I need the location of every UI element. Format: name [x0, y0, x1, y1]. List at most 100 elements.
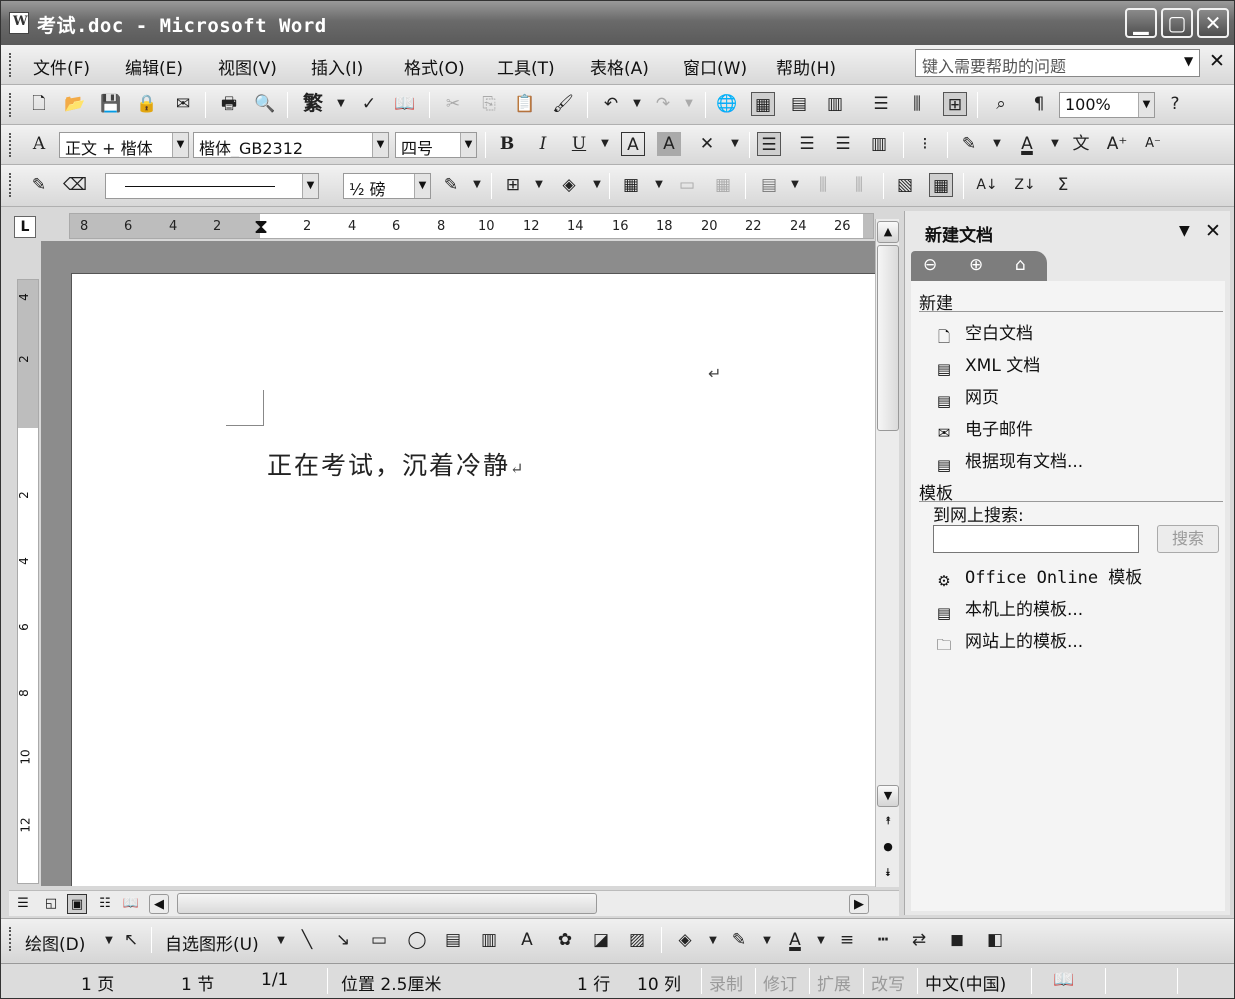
zoom-combo[interactable]: 100% ▼ — [1059, 92, 1155, 118]
autoshapes-dropdown-icon[interactable]: ▼ — [269, 929, 293, 953]
line-icon[interactable]: ╲ — [295, 928, 319, 952]
style-dropdown-icon[interactable]: ▼ — [172, 133, 188, 157]
insert-table-icon[interactable]: ▤ — [787, 92, 811, 116]
link-email[interactable]: ✉ 电子邮件 — [933, 415, 1033, 444]
menu-view[interactable]: 视图(V) — [218, 54, 277, 79]
styles-icon[interactable]: A — [27, 132, 51, 156]
print-icon[interactable]: 🖶 — [217, 92, 241, 116]
clipart-icon[interactable]: ◪ — [589, 928, 613, 952]
paste-icon[interactable]: 📋 — [513, 92, 537, 116]
reading-view-icon[interactable]: 📖 — [121, 894, 141, 914]
traditional-dropdown-icon[interactable]: ▼ — [329, 92, 353, 116]
draw-menu-button[interactable]: 绘图(D) — [25, 930, 85, 955]
bold-button[interactable]: B — [495, 132, 519, 156]
merge-cells-icon[interactable]: ▭ — [675, 173, 699, 197]
align-center-icon[interactable]: ☰ — [795, 132, 819, 156]
char-shading-icon[interactable]: A — [657, 132, 681, 156]
draw-font-color-dropdown-icon[interactable]: ▼ — [809, 929, 833, 953]
undo-icon[interactable]: ↶ — [599, 92, 623, 116]
link-from-existing[interactable]: ▤ 根据现有文档... — [933, 447, 1083, 476]
align-cell-icon[interactable]: ▤ — [757, 173, 781, 197]
web-view-icon[interactable]: ◱ — [41, 894, 61, 914]
close-button[interactable]: ✕ — [1197, 8, 1229, 38]
help-dropdown-icon[interactable]: ▼ — [1184, 54, 1193, 68]
textbox-icon[interactable]: ▤ — [441, 928, 465, 952]
link-website-templates[interactable]: 🗀 网站上的模板... — [933, 627, 1083, 655]
border-color-icon[interactable]: ✎ — [439, 173, 463, 197]
distribute-rows-icon[interactable]: ⫼ — [811, 173, 835, 197]
new-icon[interactable]: 🗋 — [27, 92, 51, 116]
menu-table[interactable]: 表格(A) — [590, 54, 649, 79]
standard-grip[interactable] — [9, 93, 12, 117]
draw-table-icon[interactable]: ✎ — [27, 173, 51, 197]
link-web-page[interactable]: ▤ 网页 — [933, 383, 999, 412]
task-pane-dropdown-icon[interactable]: ▼ — [1179, 223, 1190, 239]
zoom-dropdown-icon[interactable]: ▼ — [1138, 93, 1154, 117]
copy-icon[interactable]: ⎘ — [477, 92, 501, 116]
menu-grip[interactable] — [9, 53, 12, 77]
reading-mode-icon[interactable]: ⌕ — [989, 92, 1013, 116]
style-combo[interactable]: 正文 + 楷体 ▼ — [59, 132, 189, 158]
status-overtype[interactable]: 改写 — [871, 970, 905, 995]
numbering-icon[interactable]: ⁝ — [913, 132, 937, 156]
format-painter-icon[interactable]: 🖌 — [551, 92, 575, 116]
align-justify-icon[interactable]: ☰ — [757, 132, 781, 156]
arrow-style-icon[interactable]: ⇄ — [907, 928, 931, 952]
insert-table2-icon[interactable]: ▦ — [619, 173, 643, 197]
vertical-scrollbar[interactable]: ▲ ▼ ⯭ ● ⯯ — [875, 219, 899, 887]
task-pane-close-icon[interactable]: ✕ — [1205, 220, 1221, 242]
doc-close-icon[interactable]: ✕ — [1209, 50, 1225, 72]
link-xml-document[interactable]: ▤ XML 文档 — [933, 351, 1040, 380]
browse-object-icon[interactable]: ● — [877, 837, 899, 859]
scroll-down-icon[interactable]: ▼ — [877, 785, 899, 807]
undo-dropdown-icon[interactable]: ▼ — [625, 92, 649, 116]
font-combo[interactable]: 楷体_GB2312 ▼ — [193, 132, 389, 158]
home-icon[interactable]: ⌂ — [1015, 255, 1026, 275]
phonetic-guide-icon[interactable]: 文 — [1069, 132, 1093, 156]
rectangle-icon[interactable]: ▭ — [367, 928, 391, 952]
align-cell-dropdown-icon[interactable]: ▼ — [783, 173, 807, 197]
show-gridlines-icon[interactable]: ▦ — [929, 173, 953, 197]
status-extend[interactable]: 扩展 — [817, 970, 851, 995]
border-color-dropdown-icon[interactable]: ▼ — [465, 173, 489, 197]
italic-button[interactable]: I — [531, 132, 555, 156]
open-icon[interactable]: 📂 — [63, 92, 87, 116]
eraser-icon[interactable]: ⌫ — [63, 173, 87, 197]
scroll-up-icon[interactable]: ▲ — [877, 221, 899, 243]
line-weight-dropdown-icon[interactable]: ▼ — [414, 174, 430, 198]
link-blank-document[interactable]: 🗋 空白文档 — [933, 319, 1033, 347]
autosum-icon[interactable]: Σ — [1051, 173, 1075, 197]
highlight-icon[interactable]: ✎ — [957, 132, 981, 156]
split-cells-icon[interactable]: ▦ — [711, 173, 735, 197]
fill-color-dropdown-icon[interactable]: ▼ — [701, 929, 725, 953]
font-color-dropdown-icon[interactable]: ▼ — [1043, 132, 1067, 156]
normal-view-icon[interactable]: ☰ — [13, 894, 33, 914]
columns-icon[interactable]: ☰ — [869, 92, 893, 116]
outline-view-icon[interactable]: ☷ — [95, 894, 115, 914]
shading-dropdown-icon[interactable]: ▼ — [585, 173, 609, 197]
link-office-online-templates[interactable]: ⚙ Office Online 模板 — [933, 563, 1142, 592]
sort-ascending-icon[interactable]: A↓ — [975, 173, 999, 197]
back-icon[interactable]: ⊖ — [923, 255, 937, 275]
shrink-font-icon[interactable]: A⁻ — [1141, 132, 1165, 156]
menu-tools[interactable]: 工具(T) — [497, 54, 555, 79]
status-track-changes[interactable]: 修订 — [763, 970, 797, 995]
help-question-input[interactable]: 键入需要帮助的问题 — [915, 49, 1200, 77]
redo-icon[interactable]: ↷ — [651, 92, 675, 116]
draw-font-color-icon[interactable]: A — [783, 928, 807, 952]
template-search-input[interactable] — [933, 525, 1139, 553]
traditional-chinese-icon[interactable]: 繁 — [301, 91, 325, 115]
line-color-icon[interactable]: ✎ — [727, 928, 751, 952]
draw-dropdown-icon[interactable]: ▼ — [97, 929, 121, 953]
drawing-grip[interactable] — [9, 927, 12, 951]
status-language[interactable]: 中文(中国) — [925, 970, 1006, 995]
dash-style-icon[interactable]: ┅ — [871, 928, 895, 952]
template-search-button[interactable]: 搜索 — [1157, 525, 1219, 553]
menu-edit[interactable]: 编辑(E) — [125, 54, 183, 79]
sort-descending-icon[interactable]: Z↓ — [1013, 173, 1037, 197]
email-icon[interactable]: ✉ — [171, 92, 195, 116]
line-style-combo[interactable]: ▼ — [105, 173, 319, 199]
document-map-icon[interactable]: ⊞ — [943, 92, 967, 116]
print-preview-icon[interactable]: 🔍 — [253, 92, 277, 116]
drawing-icon[interactable]: ⫼ — [905, 92, 929, 116]
